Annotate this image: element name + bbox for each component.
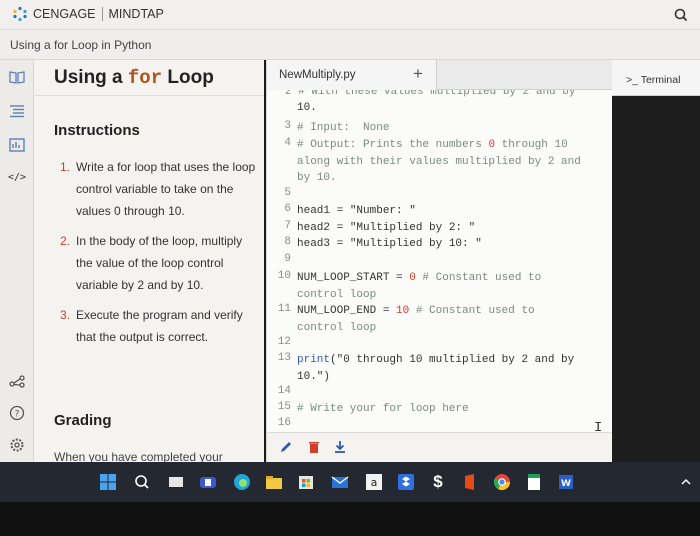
code-text: 2 # With these values multiplied by 2 an… [285,90,576,98]
list-icon[interactable] [8,102,26,120]
dropbox-app-icon[interactable] [396,472,416,492]
settings-gear-icon[interactable] [8,436,26,454]
instructions-heading: Instructions [54,122,140,139]
lesson-header: Using a for Loop [34,60,264,96]
file-explorer-icon[interactable] [264,472,284,492]
chevron-up-icon[interactable] [676,472,696,492]
brand-name: CENGAGE [33,7,96,21]
text-cursor-icon: I [594,420,603,432]
line-number: 8 [284,236,291,248]
step-number: 3. [60,308,71,322]
code-area[interactable]: 2 # With these values multiplied by 2 an… [267,90,613,432]
line-number: 15 [277,401,291,413]
lesson-title: Using a for Loop [54,67,214,89]
grading-heading: Grading [54,412,112,429]
code-text: # Input: None [297,122,390,134]
os-taskbar: a $ W [0,462,700,502]
product-name: MINDTAP [108,7,164,21]
grading-text: When you have completed your [54,450,223,462]
code-text: head1 = "Number: " [297,205,416,217]
line-number: 11 [277,303,291,315]
instruction-steps: 1. Write a for loop that uses the loop c… [60,156,260,356]
line-number: 13 [277,352,291,364]
code-text: # Write your for loop here [297,403,469,415]
edge-browser-icon[interactable] [232,472,252,492]
lesson-title-keyword: for [127,67,163,89]
line-number: 6 [284,203,291,215]
instruction-step: 3. Execute the program and verify that t… [60,304,260,348]
store-app-icon[interactable] [296,472,316,492]
code-icon[interactable]: </> [8,168,26,186]
svg-text:W: W [561,479,571,489]
tab-label: NewMultiply.py [279,69,356,81]
mail-app-icon[interactable] [330,472,350,492]
line-number: 12 [277,336,291,348]
camera-app-icon[interactable] [198,472,218,492]
left-rail: </> ? [0,60,34,462]
terminal-prompt-icon: >_ [626,74,638,86]
download-icon[interactable] [333,440,347,454]
trash-icon[interactable] [307,440,321,454]
line-number: 7 [284,220,291,232]
editor-tabs: NewMultiply.py + [267,60,613,90]
chart-icon[interactable] [8,136,26,154]
book-icon[interactable] [8,68,26,86]
line-number: 5 [284,187,291,199]
cengage-logo-icon [13,6,27,22]
step-number: 2. [60,234,71,248]
line-number: 14 [277,385,291,397]
brand[interactable]: CENGAGE MINDTAP [12,6,164,22]
task-view-icon[interactable] [166,472,186,492]
tab-newmultiply[interactable]: NewMultiply.py + [267,60,437,90]
code-text: NUM_LOOP_START = 0 # Constant used to co… [297,272,542,301]
line-number: 9 [284,253,291,265]
search-icon[interactable] [672,6,690,24]
line-number: 3 [284,120,291,132]
dollar-app-icon[interactable]: $ [428,472,448,492]
amazon-app-icon[interactable]: a [364,472,384,492]
code-text: head2 = "Multiplied by 2: " [297,222,476,234]
editor-toolbar [267,432,613,462]
line-number: 10 [277,270,291,282]
terminal-label: >_ Terminal [626,74,681,86]
code-text: print("0 through 10 multiplied by 2 and … [297,354,575,383]
brand-divider [101,7,103,21]
chrome-browser-icon[interactable] [492,472,512,492]
code-text: 10. [297,102,317,114]
add-tab-button[interactable]: + [413,64,423,84]
svg-text:a: a [371,476,378,489]
instruction-step: 2. In the body of the loop, multiply the… [60,230,260,296]
lesson-title-suffix: Loop [167,67,214,88]
share-icon[interactable] [8,372,26,390]
code-text: # Output: Prints the numbers 0 through 1… [297,139,581,184]
step-text: Execute the program and verify that the … [76,308,243,344]
lesson-title-prefix: Using a [54,67,123,88]
code-text: head3 = "Multiplied by 10: " [297,238,482,250]
line-number: 4 [284,137,291,149]
terminal-tab[interactable]: >_ Terminal [612,60,700,96]
step-text: Write a for loop that uses the loop cont… [76,160,256,218]
help-icon[interactable]: ? [8,404,26,422]
code-editor: NewMultiply.py + 2 # With these values m… [266,60,613,462]
instructions-panel: Using a for Loop Instructions 1. Write a… [34,60,264,462]
windows-start-icon[interactable] [98,472,118,492]
breadcrumb: Using a for Loop in Python [10,38,152,52]
notes-app-icon[interactable] [524,472,544,492]
taskbar-search-icon[interactable] [132,472,152,492]
step-number: 1. [60,160,71,174]
terminal-panel[interactable]: >_ Terminal [612,60,700,462]
word-app-icon[interactable]: W [556,472,576,492]
breadcrumb-bar: Using a for Loop in Python [0,30,700,60]
office-app-icon[interactable] [460,472,480,492]
code-text: NUM_LOOP_END = 10 # Constant used to con… [297,305,535,334]
screen-bezel [0,502,700,536]
line-number: 16 [277,417,291,429]
svg-text:?: ? [15,410,20,420]
top-bar: CENGAGE MINDTAP [0,0,700,30]
pencil-icon[interactable] [279,440,293,454]
step-text: In the body of the loop, multiply the va… [76,234,243,292]
instruction-step: 1. Write a for loop that uses the loop c… [60,156,260,222]
